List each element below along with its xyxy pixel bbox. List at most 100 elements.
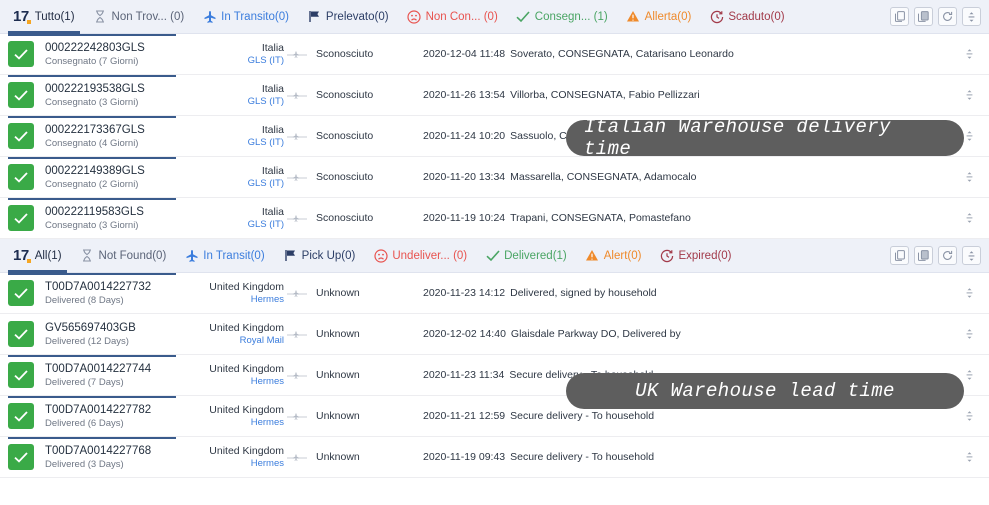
tracking-number[interactable]: T00D7A0014227782 (45, 403, 194, 417)
status-checkbox-delivered[interactable] (8, 444, 34, 470)
origin-country: Italia (261, 206, 284, 218)
event-time: 2020-11-19 09:43 (423, 451, 506, 463)
destination: Sconosciuto (316, 171, 374, 183)
table-row[interactable]: T00D7A0014227732 Delivered (8 Days) Unit… (0, 273, 989, 314)
more-vertical-icon[interactable] (962, 7, 981, 26)
tab-expired[interactable]: Expired(0) (650, 239, 740, 273)
flag-icon (307, 9, 322, 24)
tracking-number[interactable]: GV565697403GB (45, 321, 194, 335)
carrier-name[interactable]: GLS (IT) (194, 137, 284, 149)
latest-event-cell: 2020-11-19 10:24 Trapani, CONSEGNATA, Pom… (395, 212, 949, 224)
tab-label: Allerta(0) (644, 10, 692, 23)
origin-country: United Kingdom (209, 322, 284, 334)
table-row[interactable]: 000222119583GLS Consegnato (3 Giorni) It… (0, 198, 989, 239)
tab-in-transito[interactable]: In Transito(0) (193, 0, 298, 34)
tracking-number[interactable]: 000222149389GLS (45, 164, 194, 178)
row-expand-button[interactable] (949, 451, 989, 463)
latest-event-cell: 2020-11-20 13:34 Massarella, CONSEGNATA, … (395, 171, 949, 183)
tab-consegnato[interactable]: Consegn... (1) (507, 0, 617, 34)
tab-all[interactable]: 17 All(1) (4, 239, 71, 273)
status-checkbox-delivered[interactable] (8, 82, 34, 108)
tracking-number[interactable]: 000222193538GLS (45, 82, 194, 96)
tab-tutto[interactable]: 17 Tutto(1) (4, 0, 84, 34)
status-checkbox-delivered[interactable] (8, 362, 34, 388)
tab-pick-up[interactable]: Pick Up(0) (274, 239, 365, 273)
table-row[interactable]: 000222149389GLS Consegnato (2 Giorni) It… (0, 157, 989, 198)
row-expand-button[interactable] (949, 328, 989, 340)
carrier-name[interactable]: Royal Mail (194, 335, 284, 347)
row-expand-button[interactable] (949, 89, 989, 101)
route-arrow-icon (284, 371, 310, 379)
tracking-number-cell: 000222149389GLS Consegnato (2 Giorni) (34, 164, 194, 191)
row-expand-button[interactable] (949, 171, 989, 183)
event-text: Villorba, CONSEGNATA, Fabio Pellizzari (510, 89, 700, 101)
annotation-italian-warehouse: Italian Warehouse delivery time (566, 116, 964, 160)
tracking-number-cell: T00D7A0014227744 Delivered (7 Days) (34, 362, 194, 389)
destination: Sconosciuto (316, 89, 374, 101)
status-checkbox-delivered[interactable] (8, 403, 34, 429)
tab-alert[interactable]: Alert(0) (576, 239, 651, 273)
warning-icon (626, 9, 641, 24)
tab-label: Tutto(1) (34, 10, 75, 23)
tab-delivered[interactable]: Delivered(1) (476, 239, 576, 273)
refresh-icon[interactable] (938, 7, 957, 26)
status-checkbox-delivered[interactable] (8, 321, 34, 347)
status-checkbox-delivered[interactable] (8, 205, 34, 231)
copy-multiple-icon[interactable] (914, 7, 933, 26)
tab-label: Pick Up(0) (301, 249, 356, 262)
row-expand-button[interactable] (949, 212, 989, 224)
table-row[interactable]: 000222242803GLS Consegnato (7 Giorni) It… (0, 34, 989, 75)
status-checkbox-delivered[interactable] (8, 41, 34, 67)
destination: Sconosciuto (316, 48, 374, 60)
row-expand-button[interactable] (949, 48, 989, 60)
event-text: Soverato, CONSEGNATA, Catarisano Leonard… (510, 48, 734, 60)
origin-country: United Kingdom (209, 363, 284, 375)
event-time: 2020-11-23 14:12 (423, 287, 506, 299)
tab-not-found[interactable]: Not Found(0) (71, 239, 176, 273)
tab-non-trovato[interactable]: Non Trov... (0) (84, 0, 194, 34)
carrier-name[interactable]: GLS (IT) (194, 178, 284, 190)
tracking-number[interactable]: 000222119583GLS (45, 205, 194, 219)
tab-allerta[interactable]: Allerta(0) (617, 0, 701, 34)
status-checkbox-delivered[interactable] (8, 280, 34, 306)
table-row[interactable]: 000222193538GLS Consegnato (3 Giorni) It… (0, 75, 989, 116)
carrier-name[interactable]: GLS (IT) (194, 55, 284, 67)
carrier-name[interactable]: GLS (IT) (194, 219, 284, 231)
carrier-name[interactable]: Hermes (194, 294, 284, 306)
refresh-icon[interactable] (938, 246, 957, 265)
copy-multiple-icon[interactable] (914, 246, 933, 265)
status-checkbox-delivered[interactable] (8, 164, 34, 190)
tab-in-transit[interactable]: In Transit(0) (175, 239, 273, 273)
tracking-number-cell: T00D7A0014227768 Delivered (3 Days) (34, 444, 194, 471)
carrier-name[interactable]: Hermes (194, 417, 284, 429)
status-checkbox-delivered[interactable] (8, 123, 34, 149)
tab-scaduto[interactable]: Scaduto(0) (700, 0, 793, 34)
table-row[interactable]: GV565697403GB Delivered (12 Days) United… (0, 314, 989, 355)
event-time: 2020-11-24 10:20 (423, 130, 506, 142)
tracking-number[interactable]: T00D7A0014227744 (45, 362, 194, 376)
logo-17-icon: 17 (13, 8, 31, 25)
event-time: 2020-11-20 13:34 (423, 171, 506, 183)
tracking-number[interactable]: T00D7A0014227768 (45, 444, 194, 458)
tracking-number[interactable]: T00D7A0014227732 (45, 280, 194, 294)
copy-icon[interactable] (890, 7, 909, 26)
tracking-number[interactable]: 000222242803GLS (45, 41, 194, 55)
tab-prelevato[interactable]: Prelevato(0) (298, 0, 398, 34)
carrier-cell: Italia GLS (IT) (194, 82, 284, 108)
more-vertical-icon[interactable] (962, 246, 981, 265)
tab-non-consegnato[interactable]: Non Con... (0) (398, 0, 507, 34)
row-expand-button[interactable] (949, 410, 989, 422)
sad-face-icon (407, 9, 422, 24)
tab-label: Scaduto(0) (728, 10, 785, 23)
event-text: Trapani, CONSEGNATA, Pomastefano (510, 212, 691, 224)
carrier-name[interactable]: Hermes (194, 458, 284, 470)
carrier-name[interactable]: GLS (IT) (194, 96, 284, 108)
carrier-name[interactable]: Hermes (194, 376, 284, 388)
copy-icon[interactable] (890, 246, 909, 265)
table-row[interactable]: T00D7A0014227768 Delivered (3 Days) Unit… (0, 437, 989, 478)
tracking-status: Consegnato (4 Giorni) (45, 137, 139, 149)
row-expand-button[interactable] (949, 287, 989, 299)
origin-country: United Kingdom (209, 404, 284, 416)
tab-undelivered[interactable]: Undeliver... (0) (364, 239, 476, 273)
tracking-number[interactable]: 000222173367GLS (45, 123, 194, 137)
